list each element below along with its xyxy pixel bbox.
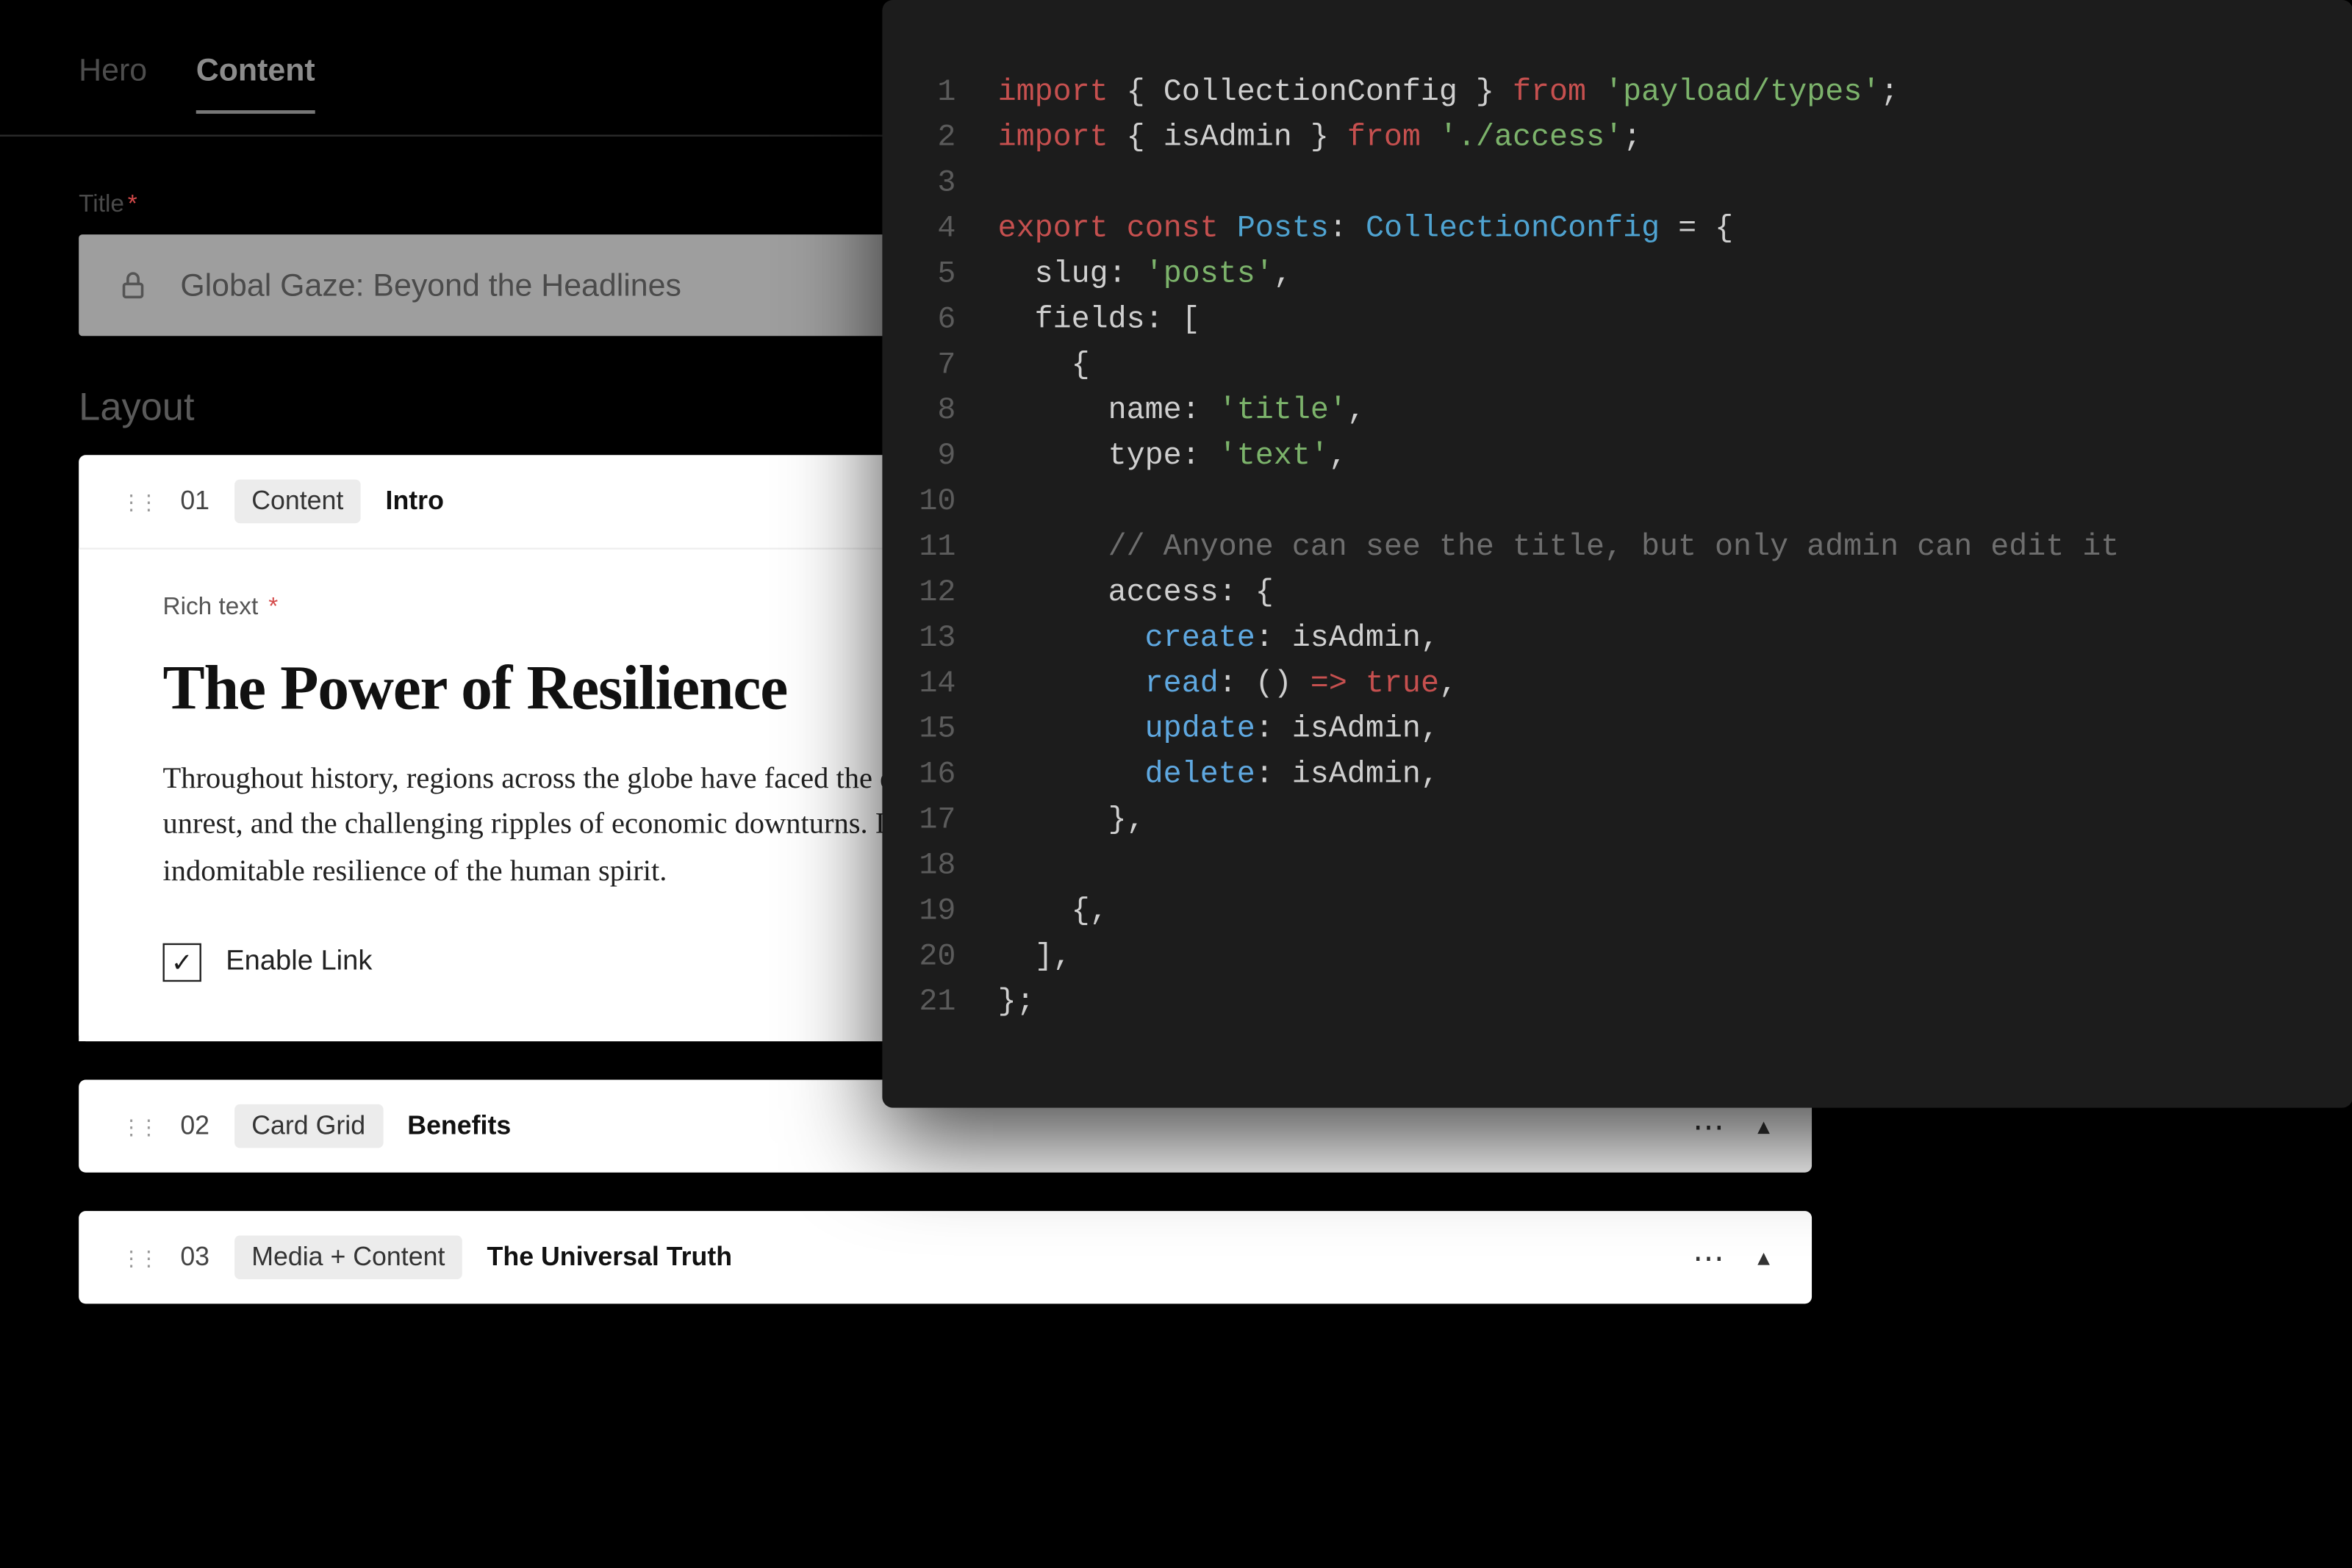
required-indicator: *: [262, 591, 278, 619]
enable-link-checkbox[interactable]: ✓: [162, 943, 201, 982]
code-line: 11 // Anyone can see the title, but only…: [917, 525, 2297, 571]
code-line: 12 access: {: [917, 570, 2297, 616]
richtext-label-text: Rich text: [162, 591, 258, 619]
block-actions: ⋯ ▴: [1693, 1242, 1770, 1272]
code-content[interactable]: slug: 'posts',: [998, 252, 1292, 298]
code-line: 2import { isAdmin } from './access';: [917, 115, 2297, 161]
code-line: 8 name: 'title',: [917, 389, 2297, 434]
line-number: 10: [917, 480, 998, 525]
layout-block-03: ⋮⋮ 03 Media + Content The Universal Trut…: [79, 1211, 1812, 1303]
line-number: 16: [917, 752, 998, 798]
line-number: 19: [917, 889, 998, 935]
title-value: Global Gaze: Beyond the Headlines: [180, 267, 681, 303]
tab-content[interactable]: Content: [196, 52, 315, 113]
line-number: 14: [917, 661, 998, 707]
code-line: 17 },: [917, 798, 2297, 844]
line-number: 1: [917, 70, 998, 115]
chevron-up-icon[interactable]: ▴: [1757, 1111, 1770, 1140]
line-number: 4: [917, 206, 998, 252]
code-content[interactable]: read: () => true,: [998, 661, 1458, 707]
chevron-up-icon[interactable]: ▴: [1757, 1242, 1770, 1272]
block-index: 02: [180, 1111, 209, 1140]
code-line: 13 create: isAdmin,: [917, 616, 2297, 661]
code-content[interactable]: {,: [998, 889, 1108, 935]
code-content[interactable]: access: {: [998, 570, 1274, 616]
code-line: 3: [917, 161, 2297, 206]
code-line: 9 type: 'text',: [917, 434, 2297, 480]
line-number: 2: [917, 115, 998, 161]
code-line: 6 fields: [: [917, 298, 2297, 343]
drag-handle-icon[interactable]: ⋮⋮: [121, 489, 156, 514]
required-indicator: *: [128, 189, 137, 217]
code-content[interactable]: delete: isAdmin,: [998, 752, 1439, 798]
line-number: 8: [917, 389, 998, 434]
line-number: 6: [917, 298, 998, 343]
code-line: 21};: [917, 980, 2297, 1026]
code-content[interactable]: },: [998, 798, 1145, 844]
block-actions: ⋯ ▴: [1693, 1111, 1770, 1140]
block-index: 03: [180, 1242, 209, 1272]
code-content[interactable]: fields: [: [998, 298, 1200, 343]
line-number: 5: [917, 252, 998, 298]
code-content[interactable]: // Anyone can see the title, but only ad…: [998, 525, 2120, 571]
code-line: 5 slug: 'posts',: [917, 252, 2297, 298]
line-number: 13: [917, 616, 998, 661]
block-type-badge: Content: [234, 480, 361, 524]
line-number: 17: [917, 798, 998, 844]
code-content[interactable]: import { CollectionConfig } from 'payloa…: [998, 70, 1899, 115]
title-label-text: Title: [79, 189, 124, 217]
tab-hero[interactable]: Hero: [79, 52, 147, 113]
line-number: 18: [917, 844, 998, 889]
code-line: 18: [917, 844, 2297, 889]
line-number: 3: [917, 161, 998, 206]
block-header[interactable]: ⋮⋮ 03 Media + Content The Universal Trut…: [79, 1211, 1812, 1303]
code-content[interactable]: type: 'text',: [998, 434, 1347, 480]
code-line: 1import { CollectionConfig } from 'paylo…: [917, 70, 2297, 115]
block-name: Intro: [386, 486, 444, 516]
block-name: Benefits: [407, 1111, 511, 1140]
code-line: 19 {,: [917, 889, 2297, 935]
code-line: 15 update: isAdmin,: [917, 707, 2297, 752]
line-number: 11: [917, 525, 998, 571]
enable-link-label: Enable Link: [226, 947, 372, 979]
code-content[interactable]: update: isAdmin,: [998, 707, 1439, 752]
line-number: 21: [917, 980, 998, 1026]
line-number: 9: [917, 434, 998, 480]
code-line: 16 delete: isAdmin,: [917, 752, 2297, 798]
code-line: 20 ],: [917, 935, 2297, 980]
code-content[interactable]: {: [998, 343, 1090, 389]
lock-icon: [118, 267, 149, 303]
block-name: The Universal Truth: [487, 1242, 733, 1272]
code-line: 4export const Posts: CollectionConfig = …: [917, 206, 2297, 252]
code-content[interactable]: };: [998, 980, 1035, 1026]
code-line: 10: [917, 480, 2297, 525]
block-type-badge: Card Grid: [234, 1104, 383, 1148]
code-line: 14 read: () => true,: [917, 661, 2297, 707]
block-index: 01: [180, 486, 209, 516]
code-content[interactable]: import { isAdmin } from './access';: [998, 115, 1642, 161]
block-type-badge: Media + Content: [234, 1236, 462, 1280]
line-number: 20: [917, 935, 998, 980]
code-content[interactable]: ],: [998, 935, 1072, 980]
code-content[interactable]: name: 'title',: [998, 389, 1366, 434]
code-content[interactable]: create: isAdmin,: [998, 616, 1439, 661]
drag-handle-icon[interactable]: ⋮⋮: [121, 1114, 156, 1138]
code-line: 7 {: [917, 343, 2297, 389]
drag-handle-icon[interactable]: ⋮⋮: [121, 1245, 156, 1270]
code-editor[interactable]: 1import { CollectionConfig } from 'paylo…: [882, 0, 2352, 1108]
code-content[interactable]: export const Posts: CollectionConfig = {: [998, 206, 1734, 252]
line-number: 12: [917, 570, 998, 616]
line-number: 15: [917, 707, 998, 752]
line-number: 7: [917, 343, 998, 389]
